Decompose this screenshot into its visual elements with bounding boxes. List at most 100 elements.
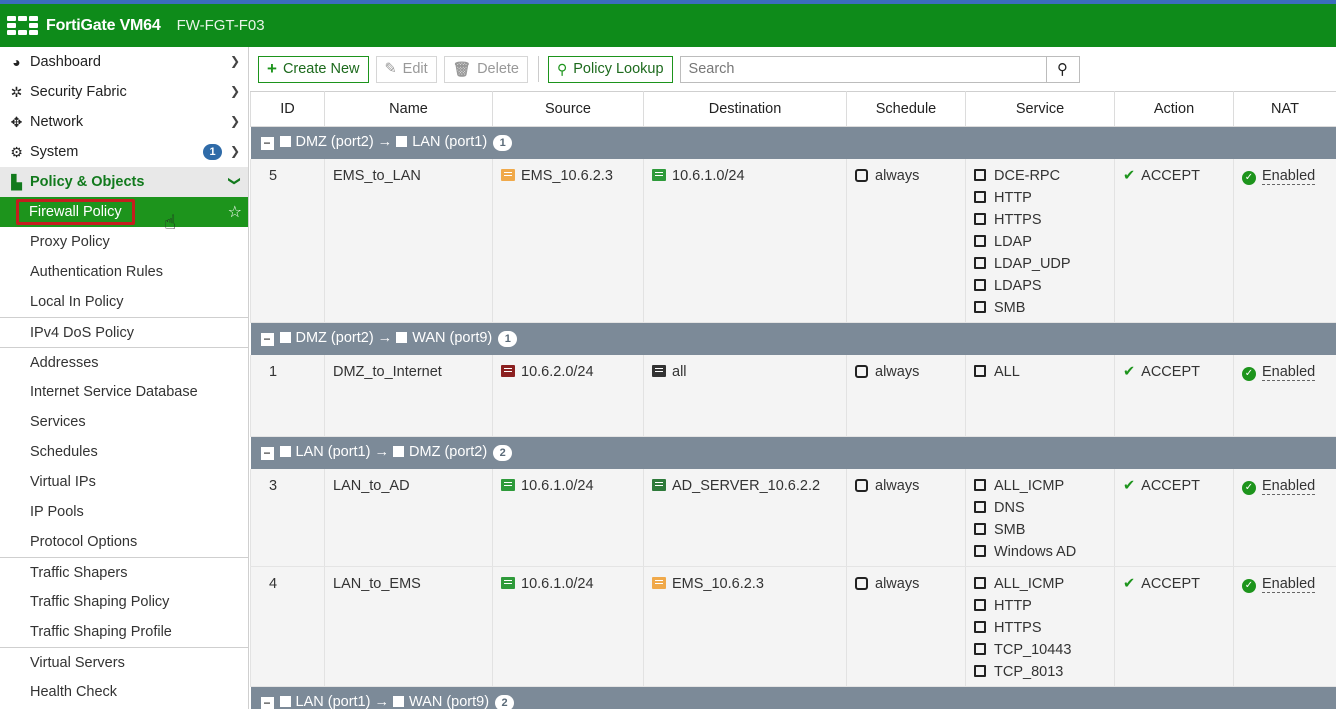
policy-group-header[interactable]: − DMZ (port2) → LAN (port1) 1	[250, 126, 1336, 159]
sidebar-subitem-internet-service-database[interactable]: Internet Service Database	[0, 377, 248, 407]
sidebar-item-label: System	[30, 144, 79, 160]
action-value: ACCEPT	[1141, 477, 1200, 494]
sidebar-item-label: Network	[30, 114, 84, 130]
interface-icon	[279, 136, 291, 148]
collapse-icon[interactable]: −	[260, 137, 274, 151]
sidebar-item-label: Policy & Objects	[30, 174, 145, 190]
service-name: HTTP	[994, 189, 1032, 206]
sidebar-subitem-ipv4-dos-policy[interactable]: IPv4 DoS Policy	[0, 317, 248, 347]
schedule-name: always	[875, 167, 920, 184]
table-row[interactable]: 4 LAN_to_EMS 10.6.1.0/24 EMS_10.6.2.3 always…	[250, 566, 1336, 687]
sidebar-subitem-ip-pools[interactable]: IP Pools	[0, 497, 248, 527]
search-input[interactable]: Search	[681, 61, 1046, 77]
policy-action: ✔ ACCEPT	[1114, 566, 1234, 687]
service-name: ALL_ICMP	[994, 576, 1065, 592]
service-name: LDAPS	[994, 277, 1042, 294]
column-header-action[interactable]: Action	[1114, 91, 1234, 127]
sidebar-item-label: Traffic Shaping Profile	[30, 624, 172, 640]
chevron-right-icon: ❯	[229, 54, 240, 68]
column-header-destination[interactable]: Destination	[643, 91, 847, 127]
edit-label: Edit	[402, 61, 428, 77]
sidebar-item-system[interactable]: ⚙ System 1 ❯	[0, 137, 248, 167]
sidebar-subitem-schedules[interactable]: Schedules	[0, 437, 248, 467]
product-name: FortiGate VM64	[46, 16, 161, 34]
interface-icon	[396, 136, 408, 148]
service-name: LDAP_UDP	[994, 255, 1071, 272]
sidebar-subitem-addresses[interactable]: Addresses	[0, 347, 248, 377]
sidebar-subitem-protocol-options[interactable]: Protocol Options	[0, 527, 248, 557]
collapse-icon[interactable]: −	[260, 697, 274, 709]
table-row[interactable]: 3 LAN_to_AD 10.6.1.0/24 AD_SERVER_10.6.2.2 a…	[250, 468, 1336, 567]
group-label: − DMZ (port2) → WAN (port9) 1	[250, 322, 1336, 355]
sidebar-subitem-authentication-rules[interactable]: Authentication Rules	[0, 257, 248, 287]
sidebar-subitem-traffic-shaping-profile[interactable]: Traffic Shaping Profile	[0, 617, 248, 647]
service-icon	[974, 234, 986, 247]
sidebar-subitem-firewall-policy[interactable]: Firewall Policy ☆	[0, 197, 248, 227]
service-name: Windows AD	[994, 543, 1077, 560]
sidebar-item-label: Security Fabric	[30, 84, 127, 100]
collapse-icon[interactable]: −	[260, 447, 274, 461]
clock-icon	[855, 577, 868, 590]
service-name: SMB	[994, 521, 1026, 538]
policy-nat: ✓ Enabled	[1233, 158, 1336, 323]
policy-group-header[interactable]: − LAN (port1) → DMZ (port2) 2	[250, 436, 1336, 469]
policy-lookup-button[interactable]: ⚲ Policy Lookup	[548, 55, 673, 83]
service-icon	[974, 478, 986, 491]
column-header-name[interactable]: Name	[324, 91, 493, 127]
policy-group-header[interactable]: − DMZ (port2) → WAN (port9) 1	[250, 322, 1336, 355]
edit-button[interactable]: ✎ Edit	[375, 55, 437, 83]
service-icon	[974, 190, 986, 203]
service-name: LDAP	[994, 233, 1032, 250]
sidebar-item-network[interactable]: ✥ Network ❯	[0, 107, 248, 137]
policy-source: 10.6.1.0/24	[492, 566, 644, 687]
sidebar-subitem-local-in-policy[interactable]: Local In Policy	[0, 287, 248, 317]
collapse-icon[interactable]: −	[260, 333, 274, 347]
interface-icon	[279, 446, 291, 458]
sidebar-item-policy-objects[interactable]: ▙ Policy & Objects ❯	[0, 167, 248, 197]
sidebar-item-label: Internet Service Database	[30, 384, 198, 400]
create-new-button[interactable]: + Create New	[258, 55, 369, 83]
delete-button[interactable]: 🗑 Delete	[443, 55, 528, 83]
address-name: EMS_10.6.2.3	[521, 167, 613, 184]
address-name: 10.6.1.0/24	[521, 477, 594, 494]
column-header-source[interactable]: Source	[492, 91, 644, 127]
service-name: ALL	[994, 363, 1020, 380]
sidebar-subitem-proxy-policy[interactable]: Proxy Policy	[0, 227, 248, 257]
sidebar-subitem-virtual-ips[interactable]: Virtual IPs	[0, 467, 248, 497]
sidebar-item-label: IP Pools	[30, 504, 84, 520]
policy-id: 1	[250, 354, 325, 437]
column-header-schedule[interactable]: Schedule	[846, 91, 966, 127]
column-header-nat[interactable]: NAT	[1233, 91, 1336, 127]
table-row[interactable]: 5 EMS_to_LAN EMS_10.6.2.3 10.6.1.0/24 always…	[250, 158, 1336, 323]
schedule-name: always	[875, 363, 920, 380]
address-name: EMS_10.6.2.3	[672, 576, 764, 592]
favorite-star-icon[interactable]: ☆	[228, 202, 242, 222]
service-icon	[974, 212, 986, 225]
nat-value: Enabled	[1262, 576, 1316, 593]
sidebar-item-label: Virtual IPs	[30, 474, 96, 490]
network-icon: ✥	[10, 113, 23, 130]
sidebar-subitem-services[interactable]: Services	[0, 407, 248, 437]
clock-icon	[855, 478, 868, 492]
address-icon	[652, 478, 666, 491]
group-from-interface: DMZ (port2)	[295, 134, 374, 151]
policy-name: LAN_to_EMS	[324, 566, 493, 687]
sidebar-item-dashboard[interactable]: ◕ Dashboard ❯	[0, 47, 248, 77]
toolbar-divider	[538, 56, 539, 82]
address-name: AD_SERVER_10.6.2.2	[672, 477, 821, 494]
column-header-service[interactable]: Service	[965, 91, 1115, 127]
table-row[interactable]: 1 DMZ_to_Internet 10.6.2.0/24 all always ALL ✔…	[250, 354, 1336, 437]
sidebar-subitem-traffic-shaping-policy[interactable]: Traffic Shaping Policy	[0, 587, 248, 617]
sidebar-subitem-virtual-servers[interactable]: Virtual Servers	[0, 647, 248, 677]
sidebar-subitem-health-check[interactable]: Health Check	[0, 677, 248, 707]
policy-schedule: always	[846, 158, 966, 323]
search-button-icon[interactable]: ⚲	[1045, 56, 1079, 82]
action-value: ACCEPT	[1141, 167, 1200, 184]
sidebar-item-label: Health Check	[30, 684, 118, 700]
sidebar-item-security-fabric[interactable]: ✲ Security Fabric ❯	[0, 77, 248, 107]
column-header-id[interactable]: ID	[250, 91, 325, 127]
sidebar-subitem-traffic-shapers[interactable]: Traffic Shapers	[0, 557, 248, 587]
policy-group-header[interactable]: − LAN (port1) → WAN (port9) 2	[250, 686, 1336, 709]
nat-value: Enabled	[1262, 477, 1316, 495]
fabric-icon: ✲	[10, 83, 23, 100]
